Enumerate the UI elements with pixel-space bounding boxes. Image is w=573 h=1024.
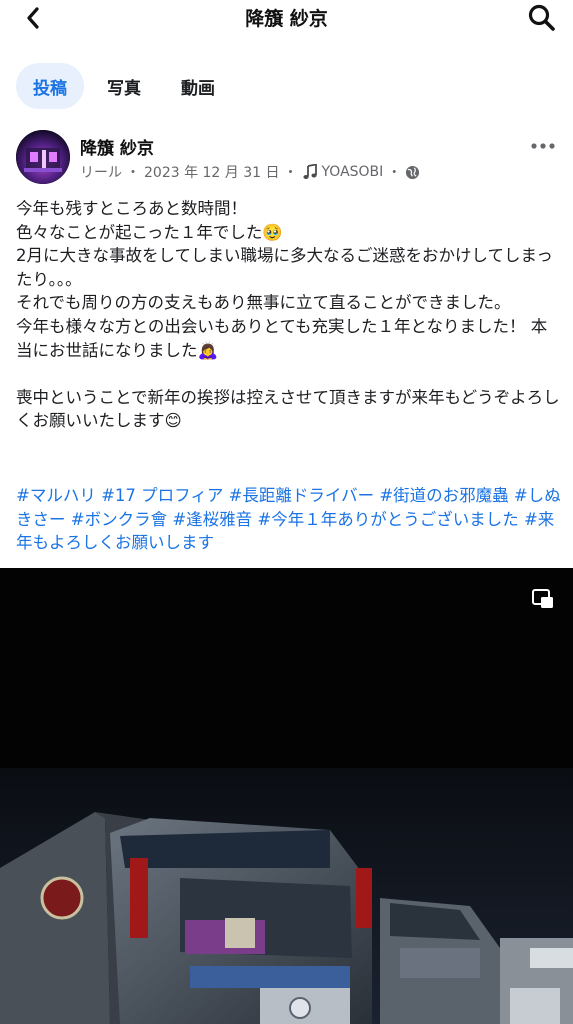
hashtag-list: #マルハリ #17 プロフィア #長距離ドライバー #街道のお邪魔蟲 #しぬきさ…: [16, 484, 561, 555]
search-icon: [528, 4, 555, 31]
post-text-line: 今年も残すところあと数時間！: [16, 199, 247, 218]
post-text-line: 喪中ということで新年の挨拶は控えさせて頂きますが来年もどうぞよろしくお願いいたし…: [16, 387, 560, 431]
meta-separator: ・: [283, 165, 298, 181]
tab-posts[interactable]: 投稿: [16, 63, 84, 109]
avatar-image: [16, 130, 70, 184]
globe-icon: [406, 165, 420, 179]
post-text: 今年も残すところあと数時間！ 色々なことが起こった１年でした🥹 2月に大きな事故…: [16, 197, 561, 433]
profile-tabs: 投稿 写真 動画: [16, 62, 232, 110]
video-frame-image: [0, 568, 573, 1024]
tab-photos[interactable]: 写真: [90, 63, 158, 109]
post-text-line: 今年も様々な方との出会いもありとても充実した１年となりました！ 本当にお世話にな…: [16, 316, 548, 360]
hashtag-link[interactable]: #街道のお邪魔蟲: [379, 486, 508, 505]
hashtag-link[interactable]: #17 プロフィア: [101, 486, 223, 505]
meta-separator: ・: [126, 165, 140, 181]
post-date[interactable]: 2023 年 12 月 31 日: [144, 162, 280, 182]
tab-videos[interactable]: 動画: [164, 63, 232, 109]
post-text-line: [16, 362, 561, 386]
post-text-line: それでも周りの方の支えもあり無事に立て直ることができました。: [16, 293, 511, 313]
search-button[interactable]: [527, 3, 557, 33]
post-author[interactable]: 降籏 紗京: [80, 134, 154, 159]
hashtag-link[interactable]: #逢桜雅音: [172, 510, 252, 529]
hashtag-link[interactable]: #長距離ドライバー: [229, 486, 375, 505]
hashtag-link[interactable]: #マルハリ: [16, 486, 96, 505]
music-note-icon: [302, 164, 317, 179]
post-header: 降籏 紗京 リール ・ 2023 年 12 月 31 日 ・ YOASOBI ・: [16, 130, 557, 188]
picture-in-picture-button[interactable]: [531, 588, 555, 610]
meta-separator: ・: [387, 165, 402, 181]
post-type: リール: [80, 165, 122, 181]
avatar[interactable]: [16, 130, 70, 184]
reel-video[interactable]: [0, 568, 573, 1024]
more-horizontal-icon: [531, 143, 555, 149]
page-title: 降籏 紗京: [245, 8, 328, 30]
post-meta: リール ・ 2023 年 12 月 31 日 ・ YOASOBI ・: [80, 162, 420, 182]
post-text-line: 色々なことが起こった１年でした🥹: [16, 222, 283, 242]
more-options-button[interactable]: [529, 138, 557, 154]
post-text-line: 2月に大きな事故をしてしまい職場に多大なるご迷惑をおかけしてしまったり。。。: [16, 246, 553, 289]
picture-in-picture-icon: [532, 589, 553, 608]
top-bar: 降籏 紗京: [0, 0, 573, 36]
music-title[interactable]: YOASOBI: [322, 164, 384, 180]
hashtag-link[interactable]: #ボンクラ會: [71, 510, 167, 529]
hashtag-link[interactable]: #今年１年ありがとうございました: [257, 510, 518, 529]
